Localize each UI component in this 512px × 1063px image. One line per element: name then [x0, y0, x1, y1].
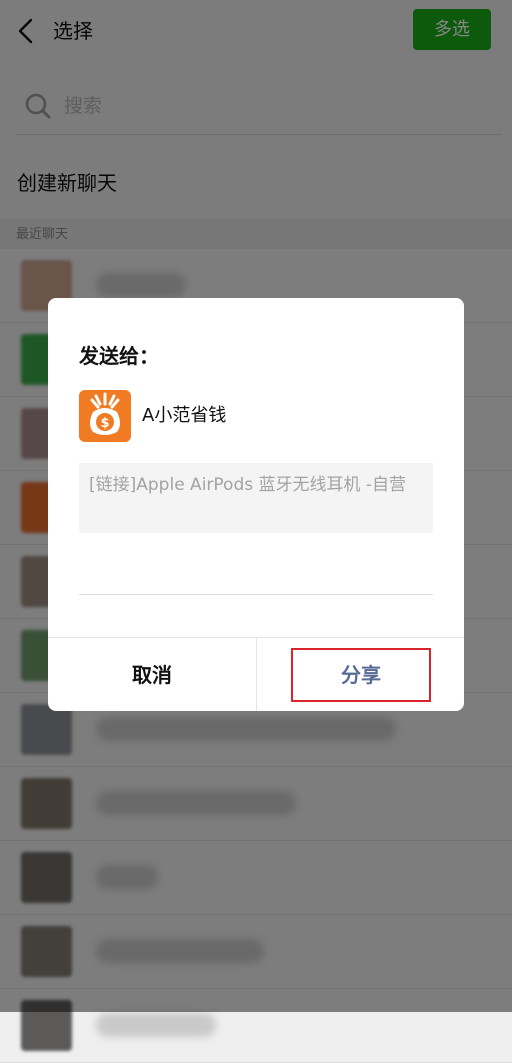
link-preview-text: [链接]Apple AirPods 蓝牙无线耳机 -自营 — [89, 475, 407, 495]
money-bag-icon: $ — [90, 392, 120, 435]
send-to-dialog: 发送给： $ A小范省钱 [链接]Apple AirPods 蓝牙无线耳机 -自… — [48, 298, 464, 711]
recipient-name: A小范省钱 — [142, 405, 227, 426]
message-input[interactable] — [79, 558, 433, 595]
button-divider — [256, 638, 257, 711]
share-button[interactable]: 分享 — [291, 648, 431, 702]
link-preview: [链接]Apple AirPods 蓝牙无线耳机 -自营 — [79, 463, 433, 533]
dialog-button-bar: 取消 分享 — [48, 637, 464, 711]
cancel-button[interactable]: 取消 — [48, 638, 256, 711]
dialog-title: 发送给： — [79, 344, 159, 368]
svg-text:$: $ — [100, 416, 109, 431]
chat-name-blurred — [96, 1013, 216, 1037]
recipient-avatar: $ — [79, 390, 131, 442]
